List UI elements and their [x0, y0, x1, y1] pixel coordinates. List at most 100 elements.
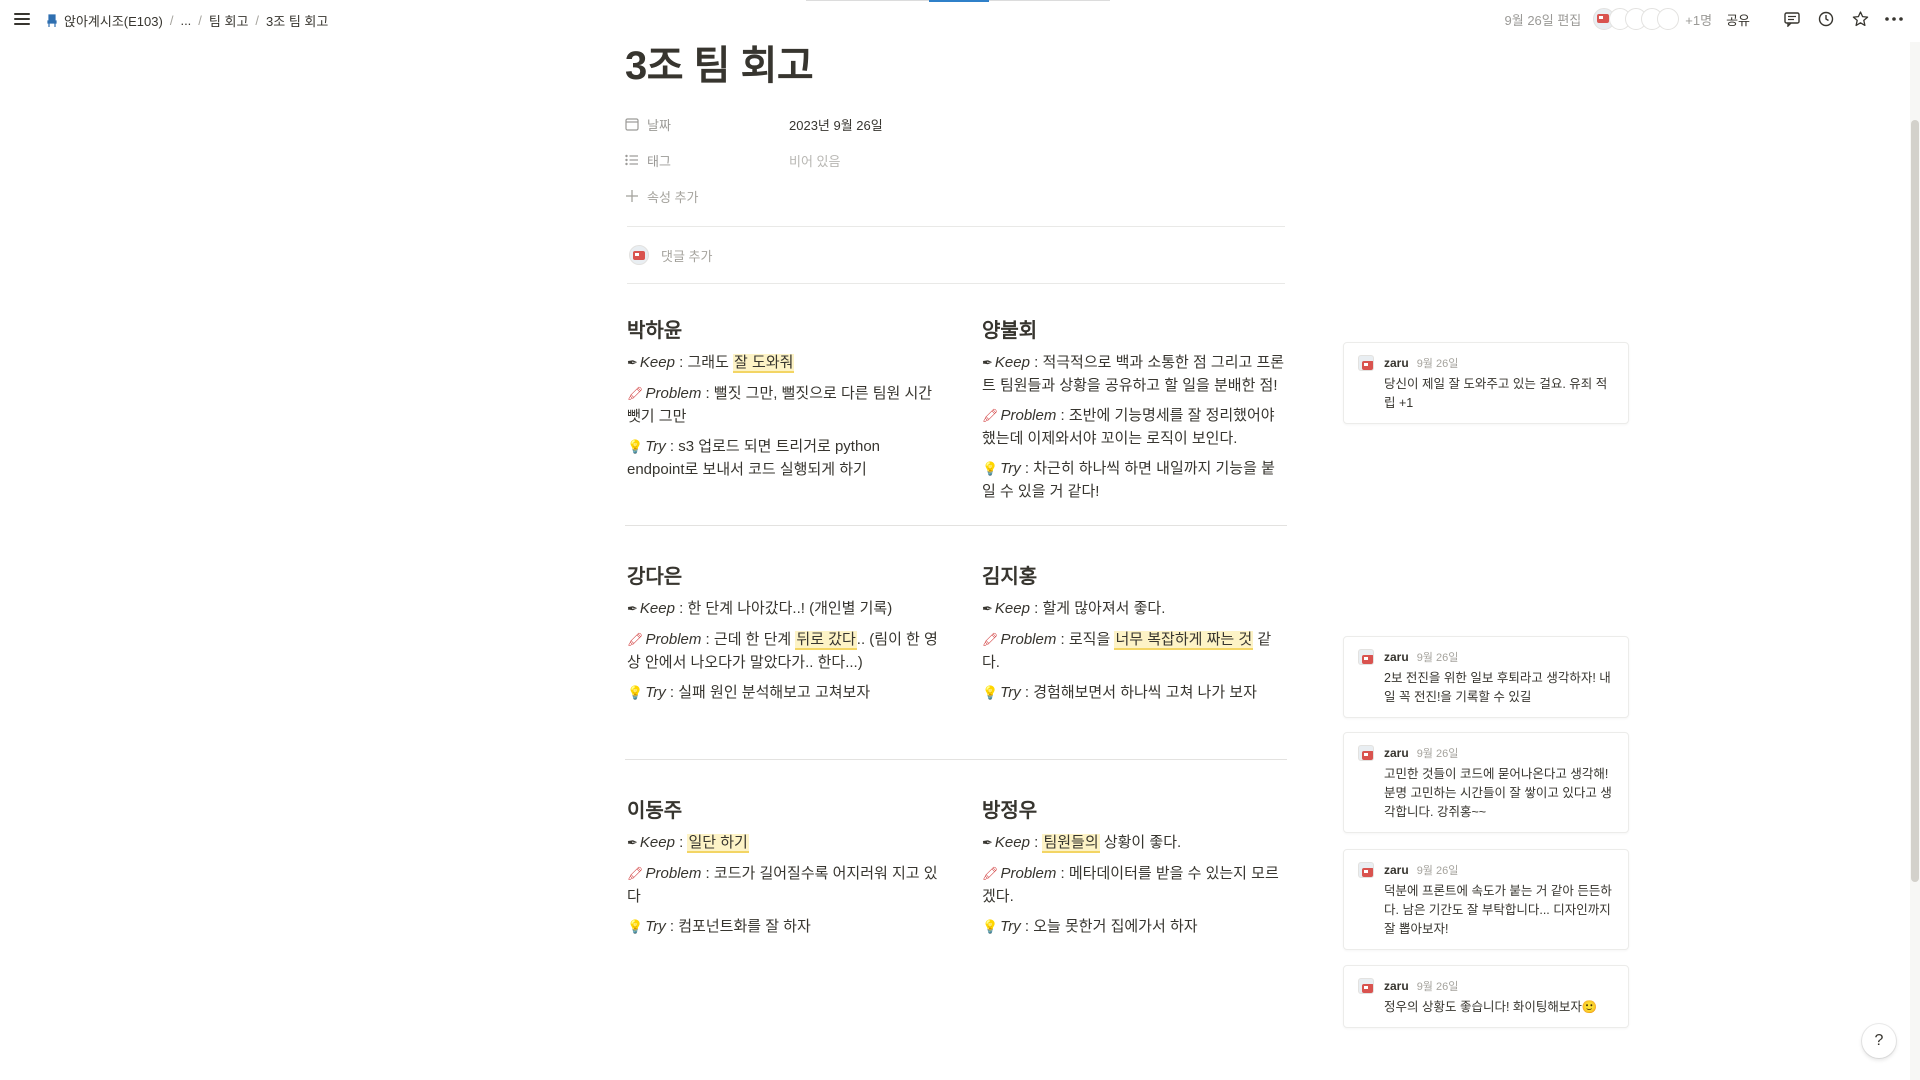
try-item[interactable]: 💡 Try : 차근히 하나씩 하면 내일까지 기능을 붙일 수 있을 거 같다!	[982, 458, 1287, 503]
last-edited-label: 9월 26일 편집	[1504, 12, 1582, 28]
member-name[interactable]: 이동주	[627, 796, 938, 826]
comment-thread[interactable]: zaru 9월 26일당신이 제일 잘 도와주고 있는 걸요. 유죄 적립 +1	[1343, 342, 1629, 424]
try-item[interactable]: 💡 Try : 실패 원인 분석해보고 고쳐보자	[627, 682, 938, 705]
member-name[interactable]: 방정우	[982, 796, 1287, 826]
problem-item[interactable]: 🖍 Problem : 코드가 길어질수록 어지러워 지고 있다	[627, 863, 938, 908]
avatar	[1657, 8, 1680, 30]
breadcrumb-current[interactable]: 3조 팀 회고	[266, 11, 328, 30]
comment-thread[interactable]: zaru 9월 26일 2보 전진을 위한 일보 후퇴라고 생각하자! 내일 꼭 전…	[1343, 636, 1629, 718]
problem-label: Problem	[645, 865, 702, 882]
comments-icon[interactable]	[1782, 9, 1802, 29]
member-column: 양불회 ✒ Keep : 적극적으로 백과 소통한 점 그리고 프론트 팀원들과 상…	[980, 316, 1287, 511]
keep-label: Keep	[639, 354, 675, 371]
keep-item[interactable]: ✒ Keep : 할게 많아져서 좋다.	[982, 598, 1287, 621]
member-name[interactable]: 양불회	[982, 316, 1287, 346]
comment-text: 당신이 제일 잘 도와주고 있는 걸요. 유죄 적립 +1	[1384, 377, 1608, 410]
property-tags-label: 태그	[647, 153, 671, 169]
problem-text: 로직을	[1068, 631, 1115, 648]
help-button[interactable]: ?	[1862, 1024, 1896, 1058]
try-label: Try	[1000, 460, 1021, 477]
comment-header: zaru 9월 26일	[1358, 649, 1614, 665]
try-item[interactable]: 💡 Try : 오늘 못한거 집에가서 하자	[982, 916, 1287, 939]
try-text: 차근히 하나씩 하면 내일까지 기능을 붙일 수 있을 거 같다!	[981, 460, 1275, 500]
member-name[interactable]: 김지홍	[982, 562, 1287, 592]
more-options-icon[interactable]	[1884, 9, 1904, 29]
comment-thread[interactable]: zaru 9월 26일 덕분에 프론트에 속도가 붙는 거 같아 든든하다. 남은 …	[1343, 849, 1629, 950]
problem-item[interactable]: 🖍 Problem : 로직을 너무 복잡하게 짜는 것 같다.	[982, 629, 1287, 674]
lightbulb-icon: 💡	[981, 920, 999, 935]
member-name[interactable]: 강다은	[627, 562, 938, 592]
keep-label: Keep	[639, 834, 675, 851]
scrollbar-thumb[interactable]	[1911, 120, 1919, 882]
share-button[interactable]: 공유	[1726, 10, 1750, 29]
avatar	[1358, 649, 1374, 665]
comment-text: 덕분에 프론트에 속도가 붙는 거 같아 든든하다. 남은 기간도 잘 부탁합니…	[1384, 884, 1612, 936]
try-text: 컴포넌트화를 잘 하자	[678, 918, 811, 935]
comment-author: zaru	[1384, 979, 1409, 993]
collaborator-avatars[interactable]	[1593, 8, 1680, 30]
add-property-label: 속성 추가	[647, 189, 699, 205]
avatar	[1358, 355, 1374, 371]
avatar	[1358, 978, 1374, 994]
extra-users-count[interactable]: +1명	[1685, 10, 1712, 29]
try-item[interactable]: 💡 Try : 경험해보면서 하나씩 고쳐 나가 보자	[982, 682, 1287, 705]
try-text: 경험해보면서 하나씩 고쳐 나가 보자	[1033, 684, 1257, 701]
keep-text: 상황이 좋다.	[1099, 834, 1182, 851]
highlighted-text[interactable]: 너무 복잡하게 짜는 것	[1114, 631, 1254, 650]
try-label: Try	[1000, 918, 1021, 935]
comment-header: zaru 9월 26일	[1358, 745, 1614, 761]
highlighted-text[interactable]: 팀원들의	[1042, 834, 1100, 853]
section-divider	[625, 759, 1287, 760]
comment-thread[interactable]: zaru 9월 26일 정우의 상황도 좋습니다! 화이팅해보자🙂	[1343, 965, 1629, 1028]
property-tags-value[interactable]: 비어 있음	[789, 151, 840, 170]
add-property-button[interactable]: 속성 추가	[625, 178, 1287, 214]
member-column: 박하윤 ✒ Keep : 그래도 잘 도와줘 🖍 Problem : 뻘짓 그만, 뻘짓…	[625, 316, 938, 511]
retro-row: 박하윤 ✒ Keep : 그래도 잘 도와줘 🖍 Problem : 뻘짓 그만, 뻘짓…	[625, 316, 1287, 511]
sidebar-menu-button[interactable]	[14, 12, 30, 26]
history-clock-icon[interactable]	[1816, 9, 1836, 29]
add-comment-input[interactable]: 댓글 추가	[625, 227, 1287, 283]
comment-author: zaru	[1384, 746, 1409, 760]
comment-author: zaru	[1384, 650, 1409, 664]
member-column: 김지홍 ✒ Keep : 할게 많아져서 좋다. 🖍 Problem : 로직을 너무 …	[980, 562, 1287, 713]
breadcrumb-ellipsis[interactable]: ...	[180, 13, 191, 28]
property-date[interactable]: 날짜 2023년 9월 26일	[625, 106, 1287, 142]
breadcrumb-workspace[interactable]: 앉아계시조(E103)	[46, 11, 163, 30]
try-item[interactable]: 💡 Try : s3 업로드 되면 트리거로 python endpoint로 보…	[627, 436, 938, 481]
problem-item[interactable]: 🖍 Problem : 근데 한 단계 뒤로 갔다.. (림이 한 영상 안에서 …	[627, 629, 938, 674]
property-date-value[interactable]: 2023년 9월 26일	[789, 115, 883, 134]
try-label: Try	[645, 918, 666, 935]
problem-item[interactable]: 🖍 Problem : 조반에 기능명세를 잘 정리했어야 했는데 이제와서야 꼬…	[982, 405, 1287, 450]
keep-item[interactable]: ✒ Keep : 한 단계 나아갔다..! (개인별 기록)	[627, 598, 938, 621]
problem-item[interactable]: 🖍 Problem : 뻘짓 그만, 뻘짓으로 다른 팀원 시간 뺏기 그만	[627, 383, 938, 428]
comment-text: 고민한 것들이 코드에 묻어나온다고 생각해! 분명 고민하는 시간들이 잘 쌓…	[1384, 767, 1612, 819]
highlighted-text[interactable]: 잘 도와줘	[733, 354, 795, 373]
keep-item[interactable]: ✒ Keep : 일단 하기	[627, 832, 938, 855]
page-title[interactable]: 3조 팀 회고	[625, 38, 1287, 94]
try-item[interactable]: 💡 Try : 컴포넌트화를 잘 하자	[627, 916, 938, 939]
keep-text: 할게 많아져서 좋다.	[1042, 600, 1166, 617]
breadcrumb-parent[interactable]: 팀 회고	[209, 11, 249, 30]
try-text: 실패 원인 분석해보고 고쳐보자	[678, 684, 871, 701]
comment-header: zaru 9월 26일	[1358, 355, 1614, 371]
comment-thread[interactable]: zaru 9월 26일고민한 것들이 코드에 묻어나온다고 생각해! 분명 고민하…	[1343, 732, 1629, 833]
highlighted-text[interactable]: 일단 하기	[687, 834, 749, 853]
highlighted-text[interactable]: 뒤로 갔다	[795, 631, 857, 650]
lightbulb-icon: 💡	[627, 686, 644, 701]
problem-item[interactable]: 🖍 Problem : 메타데이터를 받을 수 있는지 모르겠다.	[982, 863, 1287, 908]
keep-item[interactable]: ✒ Keep : 적극적으로 백과 소통한 점 그리고 프론트 팀원들과 상황을 …	[982, 352, 1287, 397]
pen-icon: ✒	[627, 602, 638, 617]
keep-item[interactable]: ✒ Keep : 팀원들의 상황이 좋다.	[982, 832, 1287, 855]
avatar	[1358, 862, 1374, 878]
favorite-star-icon[interactable]	[1850, 9, 1870, 29]
crayon-icon: 🖍	[627, 633, 644, 648]
crayon-icon: 🖍	[981, 867, 999, 882]
member-name[interactable]: 박하윤	[627, 316, 938, 346]
crayon-icon: 🖍	[627, 867, 644, 882]
scrollbar[interactable]	[1910, 42, 1920, 1080]
property-date-label: 날짜	[647, 117, 671, 133]
keep-item[interactable]: ✒ Keep : 그래도 잘 도와줘	[627, 352, 938, 375]
problem-label: Problem	[645, 631, 702, 648]
comment-text: 정우의 상황도 좋습니다! 화이팅해보자🙂	[1384, 1000, 1598, 1014]
property-tags[interactable]: 태그 비어 있음	[625, 142, 1287, 178]
